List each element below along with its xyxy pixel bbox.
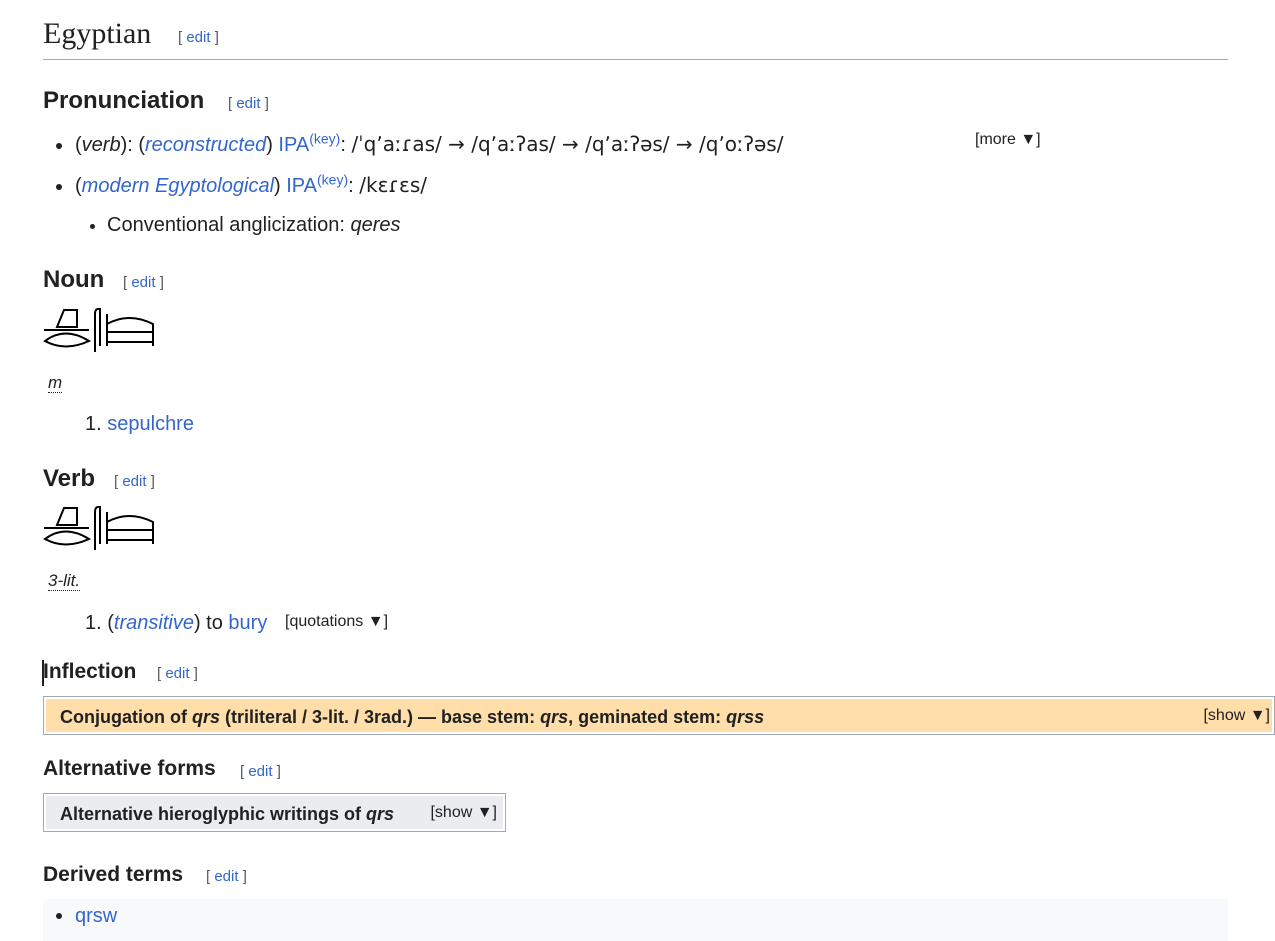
lang-edit-section: [ edit ] <box>178 29 219 46</box>
show-toggle[interactable]: [show ▼] <box>430 804 497 822</box>
edit-link[interactable]: edit <box>165 665 189 682</box>
inflection-heading: Inflection <box>43 660 137 683</box>
edit-link[interactable]: edit <box>122 473 146 490</box>
edit-link[interactable]: edit <box>236 95 260 112</box>
edit-link[interactable]: edit <box>131 274 155 291</box>
alternative-writings-header[interactable]: Alternative hieroglyphic writings of qrs… <box>46 796 503 829</box>
quotations-toggle[interactable]: [quotations ▼] <box>285 613 388 631</box>
conjugation-table-header[interactable]: Conjugation of qrs (triliteral / 3-lit. … <box>46 699 1272 732</box>
pronunciation-heading: Pronunciation <box>43 87 205 114</box>
derived-terms-heading: Derived terms <box>43 863 184 886</box>
alternative-forms-heading: Alternative forms <box>43 757 216 780</box>
pronunciation-edit-section: [ edit ] <box>228 95 269 112</box>
alternative-writings-box: Alternative hieroglyphic writings of qrs… <box>43 793 506 832</box>
verb-class-label: 3-lit. <box>48 571 81 591</box>
bullet <box>56 143 62 149</box>
inflection-edit-section: [ edit ] <box>157 665 198 682</box>
gender-label: m <box>48 373 63 393</box>
alternative-writings-title: Alternative hieroglyphic writings of qrs <box>60 804 395 824</box>
ipa-link[interactable]: IPA <box>278 134 309 156</box>
pronunciation-item-reconstructed: (verb): (reconstructed) IPA(key): /ˈqʼaː… <box>75 130 784 156</box>
derived-term-link-qrsw[interactable]: qrsw <box>75 903 117 929</box>
pronunciation-item-modern: (modern Egyptological) IPA(key): /kɛɾɛs/ <box>75 171 427 197</box>
noun-heading: Noun <box>43 266 105 293</box>
hieroglyphs-noun-image <box>43 307 154 352</box>
noun-sense-1: 1. sepulchre <box>85 413 194 435</box>
anglicization-value: qeres <box>350 214 401 236</box>
anglicization-item: Conventional anglicization: qeres <box>107 214 401 236</box>
bullet <box>56 184 62 190</box>
verb-sense-1: 1. (transitive) to bury <box>85 612 268 634</box>
ipa-key-link[interactable]: (key) <box>317 171 348 187</box>
ipa-link[interactable]: IPA <box>286 175 317 197</box>
derived-terms-list: qrsw <box>43 899 1228 941</box>
qualifier-link-modern[interactable]: modern Egyptological <box>82 175 274 197</box>
alternative-forms-edit-section: [ edit ] <box>240 763 281 780</box>
verb-heading: Verb <box>43 465 96 492</box>
language-heading: Egyptian <box>43 17 152 50</box>
conjugation-table: Conjugation of qrs (triliteral / 3-lit. … <box>43 696 1275 735</box>
bullet <box>90 224 95 229</box>
heading-divider <box>43 59 1228 60</box>
more-toggle[interactable]: [more ▼] <box>975 131 1041 149</box>
hieroglyphs-verb-image <box>43 505 154 550</box>
ipa-transcription: /ˈqʼaːɾas/ → /qʼaːʔas/ → /qʼaːʔəs/ → /qʼ… <box>351 132 784 156</box>
derived-terms-edit-section: [ edit ] <box>206 868 247 885</box>
pos-label: verb <box>81 134 121 156</box>
sense-link-sepulchre[interactable]: sepulchre <box>107 413 194 435</box>
bullet <box>56 913 62 919</box>
sense-link-bury[interactable]: bury <box>228 612 267 634</box>
edit-link[interactable]: edit <box>186 29 210 46</box>
qualifier-link-transitive[interactable]: transitive <box>114 612 194 634</box>
ipa-key-link[interactable]: (key) <box>309 130 340 146</box>
edit-link[interactable]: edit <box>214 868 238 885</box>
ipa-transcription: /kɛɾɛs/ <box>359 173 427 197</box>
show-toggle[interactable]: [show ▼] <box>1203 707 1270 725</box>
qualifier-link-reconstructed[interactable]: reconstructed <box>145 134 266 156</box>
edit-link[interactable]: edit <box>248 763 272 780</box>
conjugation-table-title: Conjugation of qrs (triliteral / 3-lit. … <box>60 707 765 727</box>
noun-edit-section: [ edit ] <box>123 274 164 291</box>
verb-edit-section: [ edit ] <box>114 473 155 490</box>
